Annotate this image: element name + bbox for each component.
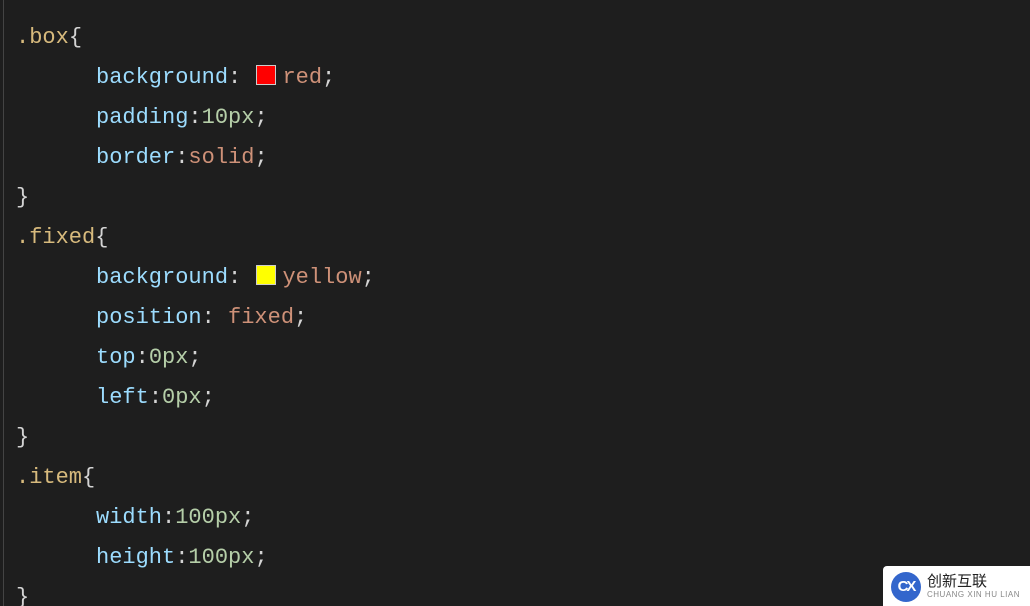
css-declaration: width:100px; (16, 498, 1020, 538)
css-selector-line: .item{ (16, 458, 1020, 498)
color-swatch-yellow-icon (256, 265, 276, 285)
css-declaration: position: fixed; (16, 298, 1020, 338)
editor-gutter (0, 0, 6, 606)
color-swatch-red-icon (256, 65, 276, 85)
css-declaration: background: yellow; (16, 258, 1020, 298)
code-content[interactable]: .box{background: red;padding:10px;border… (6, 0, 1030, 606)
css-close-brace: } (16, 578, 1020, 606)
watermark-sub: CHUANG XIN HU LIAN (927, 591, 1020, 600)
css-declaration: top:0px; (16, 338, 1020, 378)
css-declaration: left:0px; (16, 378, 1020, 418)
watermark-main: 创新互联 (927, 574, 1020, 591)
css-declaration: padding:10px; (16, 98, 1020, 138)
css-selector-line: .box{ (16, 18, 1020, 58)
css-declaration: background: red; (16, 58, 1020, 98)
css-declaration: height:100px; (16, 538, 1020, 578)
css-selector-line: .fixed{ (16, 218, 1020, 258)
code-editor: .box{background: red;padding:10px;border… (0, 0, 1030, 606)
css-close-brace: } (16, 178, 1020, 218)
watermark: CX 创新互联 CHUANG XIN HU LIAN (883, 566, 1030, 606)
css-declaration: border:solid; (16, 138, 1020, 178)
watermark-logo-icon: CX (891, 572, 921, 602)
css-close-brace: } (16, 418, 1020, 458)
watermark-text: 创新互联 CHUANG XIN HU LIAN (927, 574, 1020, 599)
